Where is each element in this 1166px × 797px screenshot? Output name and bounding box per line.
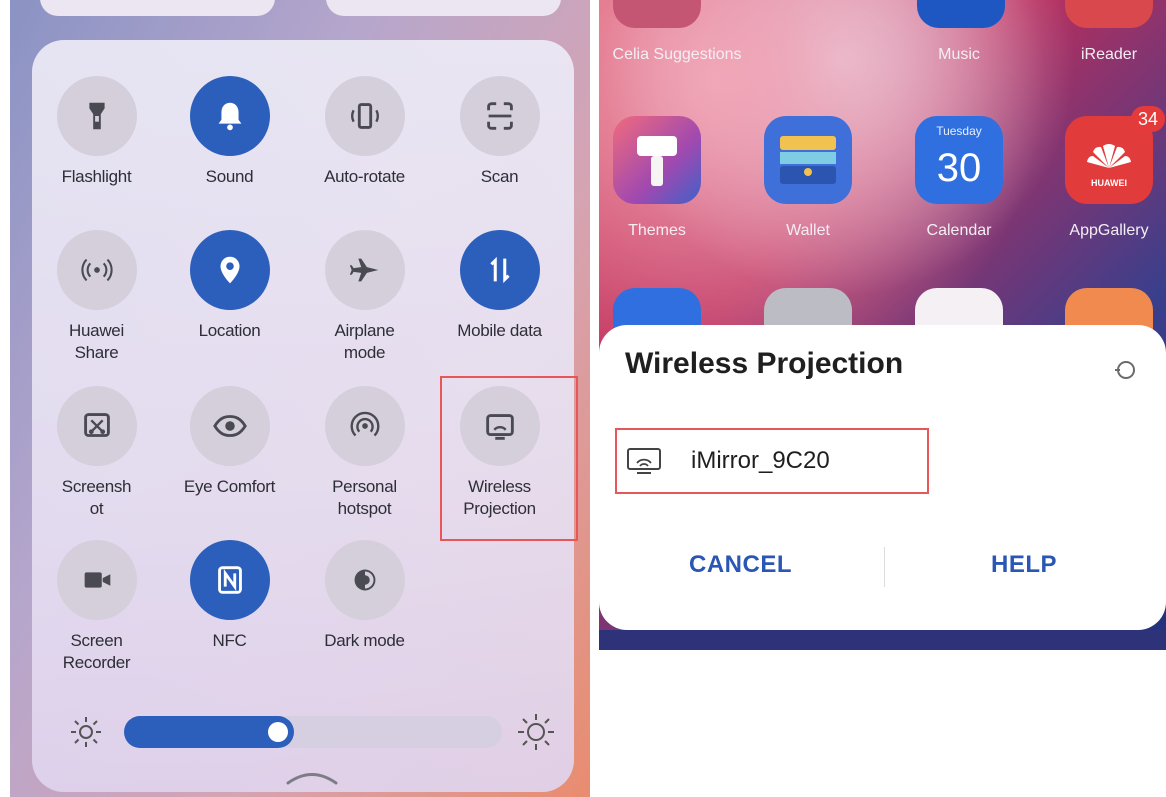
sun-low-icon xyxy=(71,717,101,747)
calendar-day: Tuesday xyxy=(936,124,982,138)
tile-auto-rotate[interactable]: Auto-rotate xyxy=(297,76,432,188)
notification-badge: 34 xyxy=(1131,106,1165,132)
tile-label: Personal hotspot xyxy=(332,477,397,518)
tile-label: Mobile data xyxy=(457,321,542,340)
bell-icon xyxy=(189,76,270,156)
music-label: Music xyxy=(938,46,980,63)
refresh-icon[interactable] xyxy=(1111,355,1141,385)
tile-label: Airplane mode xyxy=(334,321,395,362)
themes-label: Themes xyxy=(628,222,686,239)
airplane-icon xyxy=(324,230,405,310)
top-pill-left xyxy=(40,0,275,16)
themes-icon[interactable] xyxy=(613,116,701,204)
highlight-box-wireless-projection xyxy=(440,376,578,541)
nfc-icon xyxy=(189,540,270,620)
wallet-label: Wallet xyxy=(786,222,830,239)
celia-suggestions-app-icon[interactable] xyxy=(613,0,701,28)
calendar-label: Calendar xyxy=(926,222,992,239)
tile-screenshot[interactable]: Screensh ot xyxy=(29,386,164,520)
music-app-icon[interactable] xyxy=(917,0,1005,28)
flashlight-icon xyxy=(56,76,137,156)
tile-label: Location xyxy=(198,321,261,340)
tile-mobile-data[interactable]: Mobile data xyxy=(432,230,567,342)
brightness-slider[interactable] xyxy=(68,712,568,752)
tile-location[interactable]: Location xyxy=(162,230,297,342)
calendar-date: 30 xyxy=(936,146,982,190)
tile-label: Screensh ot xyxy=(61,477,132,518)
tile-label: Eye Comfort xyxy=(183,477,276,496)
auto-rotate-icon xyxy=(324,76,405,156)
tile-label: Sound xyxy=(205,167,254,186)
tile-label: Scan xyxy=(480,167,519,186)
ireader-label: iReader xyxy=(1080,46,1138,63)
tile-label: Dark mode xyxy=(324,631,405,650)
home-bottom-strip xyxy=(599,630,1166,650)
screenshot-icon xyxy=(56,386,137,466)
mobile-data-icon xyxy=(459,230,540,310)
chevron-up-icon[interactable] xyxy=(282,770,342,786)
tile-nfc[interactable]: NFC xyxy=(162,540,297,652)
tile-label: NFC xyxy=(212,631,247,650)
cancel-button[interactable]: CANCEL xyxy=(689,551,792,579)
video-camera-icon xyxy=(56,540,137,620)
button-divider xyxy=(884,547,885,587)
tile-personal-hotspot[interactable]: Personal hotspot xyxy=(297,386,432,520)
brightness-track[interactable] xyxy=(124,716,502,748)
tile-eye-comfort[interactable]: Eye Comfort xyxy=(162,386,297,498)
brightness-knob[interactable] xyxy=(268,722,288,742)
tile-dark-mode[interactable]: Dark mode xyxy=(297,540,432,652)
dialog-title: Wireless Projection xyxy=(625,347,904,380)
appgallery-label: AppGallery xyxy=(1069,222,1149,239)
tile-label: Flashlight xyxy=(61,167,132,186)
tile-airplane-mode[interactable]: Airplane mode xyxy=(297,230,432,364)
location-pin-icon xyxy=(189,230,270,310)
tile-label: Auto-rotate xyxy=(324,167,405,186)
tile-scan[interactable]: Scan xyxy=(432,76,567,188)
top-pill-right xyxy=(326,0,561,16)
device-name: iMirror_9C20 xyxy=(691,447,830,474)
wireless-projection-dialog: Wireless Projection iMirror_9C20 CANCEL … xyxy=(599,325,1166,630)
celia-suggestions-label: Celia Suggestions xyxy=(612,46,742,63)
device-list-item[interactable]: iMirror_9C20 xyxy=(615,428,929,494)
tile-huawei-share[interactable]: Huawei Share xyxy=(29,230,164,364)
hotspot-icon xyxy=(324,386,405,466)
tile-sound[interactable]: Sound xyxy=(162,76,297,188)
control-center-panel: Flashlight Sound Auto-rotate Scan Huawei… xyxy=(10,0,590,797)
phone-home-screen: Celia Suggestions Music iReader Themes W… xyxy=(599,0,1166,797)
sun-high-icon xyxy=(518,714,554,750)
huawei-brand-text: HUAWEI xyxy=(1091,178,1127,188)
tile-flashlight[interactable]: Flashlight xyxy=(29,76,164,188)
help-button[interactable]: HELP xyxy=(991,551,1057,579)
calendar-icon[interactable]: Tuesday 30 xyxy=(915,116,1003,204)
tile-label: Huawei Share xyxy=(69,321,124,362)
ireader-app-icon[interactable] xyxy=(1065,0,1153,28)
wallet-icon[interactable] xyxy=(764,116,852,204)
scan-icon xyxy=(459,76,540,156)
eye-icon xyxy=(189,386,270,466)
screen-cast-icon xyxy=(627,448,661,474)
tile-screen-recorder[interactable]: Screen Recorder xyxy=(29,540,164,674)
huawei-share-icon xyxy=(56,230,137,310)
dark-mode-icon xyxy=(324,540,405,620)
tile-label: Screen Recorder xyxy=(62,631,131,672)
